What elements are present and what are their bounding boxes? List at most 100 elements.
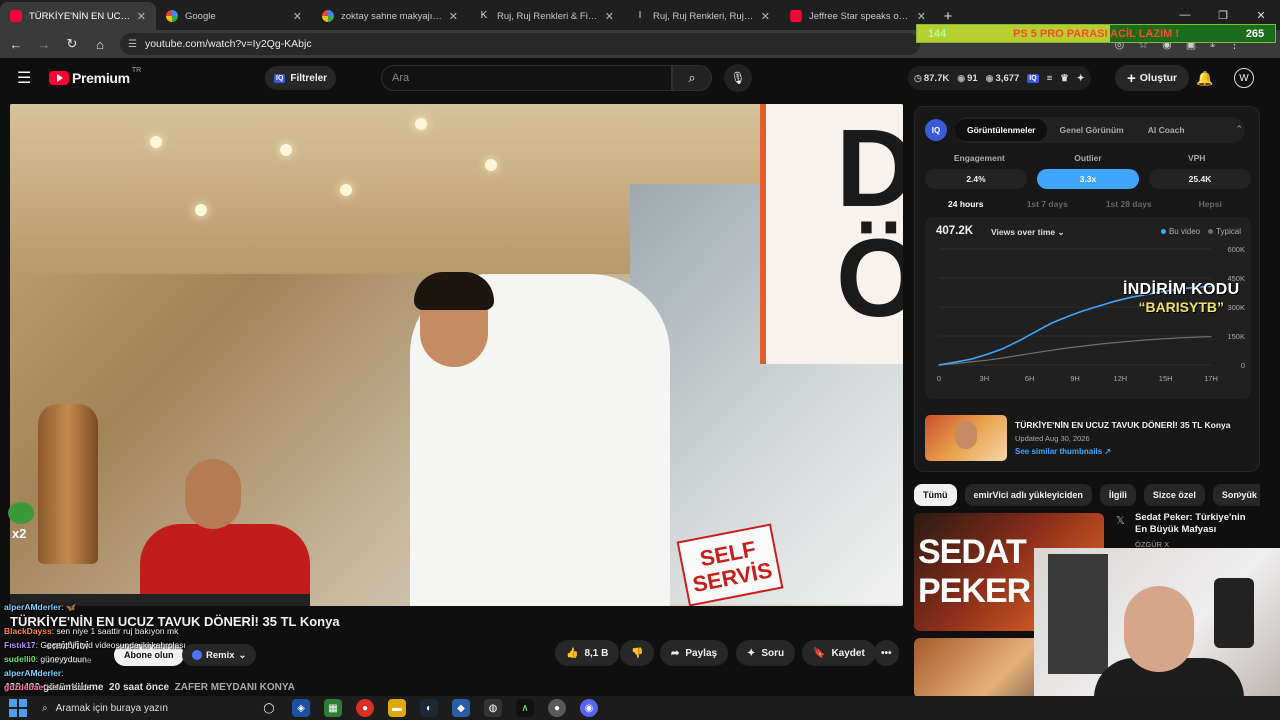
- chevron-up-icon[interactable]: ⌃: [1235, 124, 1243, 135]
- tab-ai-coach[interactable]: AI Coach: [1136, 119, 1197, 141]
- avatar[interactable]: W: [1234, 68, 1254, 88]
- recommendation-title[interactable]: Sedat Peker: Türkiye'nin En Büyük Mafyas…: [1135, 512, 1255, 536]
- chip-related[interactable]: İlgili: [1099, 484, 1136, 506]
- more-actions-button[interactable]: •••: [874, 640, 899, 666]
- ceiling-light: [195, 204, 207, 216]
- share-button[interactable]: ➦ Paylaş: [660, 640, 729, 666]
- sparkle-icon[interactable]: ✦: [1077, 73, 1085, 84]
- more-icon: •••: [881, 647, 892, 659]
- hamburger-menu-icon[interactable]: ☰: [17, 68, 35, 88]
- thumbs-down-icon: 👎: [631, 647, 644, 659]
- steam-icon[interactable]: ◐: [420, 699, 438, 717]
- ask-button[interactable]: ✦ Soru: [736, 640, 796, 666]
- app-icon[interactable]: ◆: [452, 699, 470, 717]
- browser-tab[interactable]: Jeffree Star speaks on his gender ✕: [780, 2, 936, 30]
- save-button[interactable]: 🔖 Kaydet: [802, 640, 876, 666]
- dislike-button[interactable]: 👎: [620, 640, 655, 666]
- worker-head: [185, 459, 241, 529]
- app-icon[interactable]: ◈: [292, 699, 310, 717]
- taskbar-apps: ◯ ◈ ▦ ● ▬ ◐ ◆ ◍ ∧ ● ◉: [260, 699, 598, 717]
- forward-icon[interactable]: →: [32, 32, 56, 56]
- data-point: [1082, 345, 1084, 347]
- chat-message: sudelli0: güneyyduun: [4, 652, 324, 666]
- data-point: [1002, 347, 1004, 350]
- site-info-icon[interactable]: ☰: [128, 39, 137, 50]
- youtube-icon: [10, 10, 22, 22]
- similar-thumbnails-link[interactable]: See similar thumbnails ↗: [1015, 447, 1111, 456]
- range-7d[interactable]: 1st 7 days: [1007, 199, 1089, 213]
- chip-uploader[interactable]: emirVici adlı yükleyiciden: [964, 484, 1092, 506]
- chip-all[interactable]: Tümü: [914, 484, 957, 506]
- notifications-bell-icon[interactable]: 🔔: [1196, 70, 1213, 87]
- x-tick-label: 3H: [980, 374, 990, 383]
- youtube-logo[interactable]: Premium TR: [49, 67, 141, 86]
- home-icon[interactable]: ⌂: [88, 32, 112, 56]
- discord-icon[interactable]: ◉: [580, 699, 598, 717]
- search-button[interactable]: ⌕: [672, 65, 712, 91]
- taskbar-search-placeholder: Aramak için buraya yazın: [55, 702, 168, 714]
- browser-tab[interactable]: Google ✕: [156, 2, 312, 30]
- iq-icon[interactable]: IQ: [1027, 73, 1039, 83]
- app-icon[interactable]: ∧: [516, 699, 534, 717]
- browser-tab[interactable]: zoktay sahne makyajı - Google'da Ara ✕: [312, 2, 468, 30]
- browser-tab[interactable]: K Ruj, Ruj Renkleri & Fiyatları | Kiko ✕: [468, 2, 624, 30]
- range-24h[interactable]: 24 hours: [925, 199, 1007, 213]
- x-tick-label: 0: [937, 374, 941, 383]
- eye-icon: ◉: [985, 72, 994, 83]
- metric-label: Outlier: [1074, 153, 1102, 163]
- data-point: [1114, 300, 1116, 302]
- range-all[interactable]: Hepsi: [1170, 199, 1252, 213]
- tab-title: Jeffree Star speaks on his gender: [809, 10, 911, 22]
- close-icon[interactable]: ✕: [137, 10, 146, 23]
- like-button[interactable]: 👍 8,1 B: [555, 640, 620, 666]
- metric-engagement: 2.4%: [925, 169, 1027, 189]
- filters-button[interactable]: IQ Filtreler: [265, 66, 337, 90]
- donation-goal-bar: 144 PS 5 PRO PARASI ACİL LAZIM ! 265: [916, 24, 1276, 43]
- browser-tab[interactable]: I Ruj, Ruj Renkleri, Ruj Çeşitleri ve ✕: [624, 2, 780, 30]
- video-player[interactable]: D Ö SELF SERVİS: [10, 104, 903, 606]
- chrome-icon[interactable]: ●: [356, 699, 374, 717]
- thumbnail-face: [955, 421, 977, 449]
- back-icon[interactable]: ←: [4, 32, 28, 56]
- share-icon: ➦: [671, 647, 680, 659]
- data-point: [938, 364, 940, 366]
- streamer-face: [1124, 586, 1194, 672]
- chat-user: alperAMderler: [4, 602, 62, 612]
- create-button[interactable]: + Oluştur: [1115, 65, 1190, 91]
- close-icon[interactable]: ✕: [917, 10, 926, 23]
- close-icon[interactable]: ✕: [293, 10, 302, 23]
- youtube-masthead: ☰ Premium TR IQ Filtreler Ara ⌕ 🎙 ◷ 87.7K…: [0, 58, 1270, 98]
- range-28d[interactable]: 1st 28 days: [1088, 199, 1170, 213]
- chip-recent[interactable]: Son yük: [1212, 484, 1260, 506]
- search-input[interactable]: Ara: [381, 65, 672, 91]
- create-label: Oluştur: [1139, 72, 1178, 84]
- data-point: [1050, 349, 1052, 351]
- logo-text: Premium: [72, 70, 130, 86]
- browser-tab-active[interactable]: TÜRKİYE'NİN EN UCUZ TAVUK DÖNERİ! 35 TL …: [0, 2, 156, 30]
- task-view-icon[interactable]: ◯: [260, 699, 278, 717]
- trophy-icon[interactable]: ♛: [1060, 73, 1069, 84]
- streamer-webcam: [1034, 548, 1280, 698]
- obs-icon[interactable]: ◍: [484, 699, 502, 717]
- chevron-right-icon[interactable]: ›: [1238, 487, 1242, 501]
- data-point: [954, 361, 956, 363]
- windows-start-icon[interactable]: [9, 699, 27, 717]
- calculator-icon[interactable]: ▦: [324, 699, 342, 717]
- data-point: [1066, 316, 1068, 318]
- chat-text: : selam sude: [43, 682, 92, 692]
- close-icon[interactable]: ✕: [449, 10, 458, 23]
- thumbnail-row[interactable]: TÜRKİYE'NİN EN UCUZ TAVUK DÖNERİ! 35 TL …: [925, 415, 1251, 465]
- close-icon[interactable]: ✕: [605, 10, 614, 23]
- file-explorer-icon[interactable]: ▬: [388, 699, 406, 717]
- chip-for-you[interactable]: Sizce özel: [1143, 484, 1205, 506]
- list-icon[interactable]: ≡: [1047, 73, 1053, 84]
- taskbar-search[interactable]: ⌕ Aramak için buraya yazın: [42, 703, 232, 714]
- views-chart: 407.2K Views over time ⌄ Bu video Typica…: [925, 217, 1251, 399]
- close-icon[interactable]: ✕: [761, 10, 770, 23]
- tab-views[interactable]: Görüntülenmeler: [955, 119, 1048, 141]
- reload-icon[interactable]: ↻: [60, 32, 84, 56]
- voice-search-button[interactable]: 🎙: [724, 64, 752, 92]
- tab-overview[interactable]: Genel Görünüm: [1047, 119, 1135, 141]
- chrome-icon[interactable]: ●: [548, 699, 566, 717]
- url-field[interactable]: ☰ youtube.com/watch?v=Iy2Qg-KAbjc: [120, 33, 920, 55]
